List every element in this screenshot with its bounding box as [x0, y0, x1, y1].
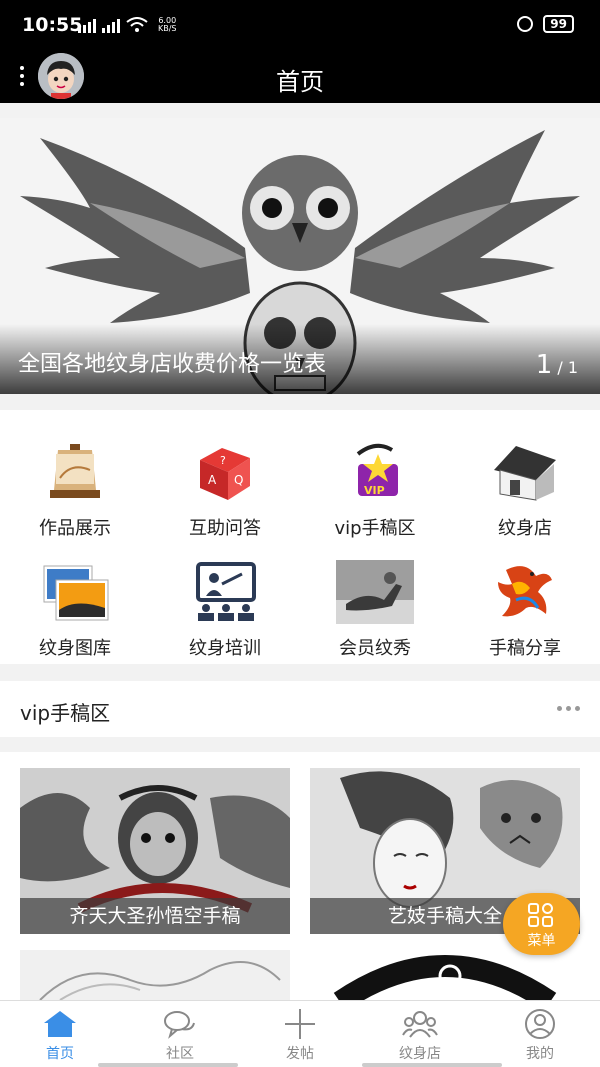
member-photo-icon: [336, 560, 414, 624]
bottom-tab-bar: 首页 社区 发帖 纹身店 我的: [0, 1000, 600, 1067]
wave-sketch-image: [39, 961, 281, 1001]
profile-icon: [525, 1009, 555, 1039]
page-title: 首页: [276, 68, 324, 96]
tab-home[interactable]: 首页: [0, 1001, 120, 1067]
more-horizontal-icon[interactable]: [557, 706, 580, 711]
vip-card-list: 齐天大圣孙悟空手稿 艺妓手稿大全: [0, 752, 600, 1002]
gesture-bar: [0, 1063, 600, 1067]
grid-item-shop[interactable]: 纹身店: [450, 422, 600, 542]
wifi-icon: [126, 17, 148, 32]
svg-text:VIP: VIP: [364, 484, 385, 497]
card-third[interactable]: [20, 950, 290, 1002]
card-monkey-king[interactable]: 齐天大圣孙悟空手稿: [20, 768, 290, 934]
vip-section-header: vip手稿区: [0, 681, 600, 737]
grid-item-sketch-share[interactable]: 手稿分享: [450, 542, 600, 662]
feature-grid: 作品展示 A Q? 互助问答 VIP vip手稿区 纹身店 纹身图库 纹身培训 会…: [0, 410, 600, 664]
tab-profile[interactable]: 我的: [480, 1001, 600, 1067]
battery-indicator: 99: [543, 15, 574, 33]
people-group-icon: [402, 1011, 438, 1038]
grid-item-gallery[interactable]: 纹身图库: [0, 542, 150, 662]
circular-pattern-image: [333, 955, 557, 1002]
banner-carousel[interactable]: 全国各地纹身店收费价格一览表 1 / 1: [0, 118, 600, 394]
status-time: 10:55: [22, 14, 83, 36]
svg-text:A: A: [208, 473, 217, 487]
tab-post[interactable]: 发帖: [240, 1001, 360, 1067]
signal-indicators: 6.00 KB/S: [78, 17, 177, 33]
svg-text:?: ?: [220, 454, 226, 467]
grid-item-works[interactable]: 作品展示: [0, 422, 150, 542]
phoenix-drawing-icon: [498, 566, 552, 617]
rotation-lock-icon: [517, 16, 534, 32]
grid-menu-icon: [528, 903, 553, 927]
svg-text:Q: Q: [234, 473, 243, 487]
tab-community[interactable]: 社区: [120, 1001, 240, 1067]
cell-signal-icon: [78, 19, 96, 33]
training-board-icon: [196, 562, 256, 621]
grid-item-faq[interactable]: A Q? 互助问答: [150, 422, 300, 542]
faq-cube-icon: A Q?: [200, 448, 250, 500]
status-bar: 10:55 6.00 KB/S 99: [0, 0, 600, 50]
banner-pager: 1 / 1: [535, 350, 578, 380]
house-icon: [494, 446, 556, 501]
floating-menu-button[interactable]: 菜单: [503, 893, 580, 955]
section-title: vip手稿区: [20, 701, 111, 725]
home-icon: [44, 1011, 76, 1037]
easel-icon: [50, 444, 100, 498]
cell-signal-2-icon: [102, 19, 120, 33]
grid-item-training[interactable]: 纹身培训: [150, 542, 300, 662]
app-header: 首页: [0, 50, 600, 103]
card-caption: 齐天大圣孙悟空手稿: [20, 898, 290, 934]
grid-item-vip[interactable]: VIP vip手稿区: [300, 422, 450, 542]
card-fourth[interactable]: [310, 950, 580, 1002]
tab-shops[interactable]: 纹身店: [360, 1001, 480, 1067]
photo-gallery-icon: [43, 565, 109, 621]
vip-star-icon: VIP: [356, 443, 398, 497]
chat-bubbles-icon: [164, 1011, 195, 1039]
net-speed: 6.00 KB/S: [158, 16, 177, 33]
banner-caption: 全国各地纹身店收费价格一览表: [18, 352, 327, 377]
grid-item-member-show[interactable]: 会员纹秀: [300, 542, 450, 662]
plus-icon: [285, 1009, 315, 1039]
